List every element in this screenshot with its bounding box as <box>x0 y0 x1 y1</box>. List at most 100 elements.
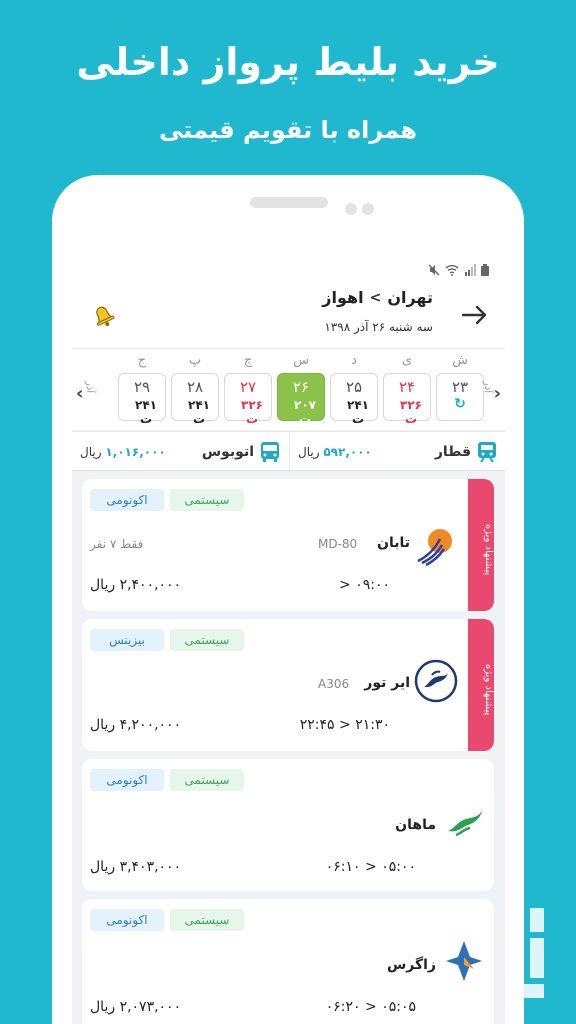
weekday-label: ش <box>452 353 468 368</box>
day-number: ۲۹ <box>133 378 151 396</box>
refresh-icon[interactable]: ↻ <box>437 396 483 412</box>
bell-icon[interactable] <box>88 300 118 330</box>
promo-title: خرید بلیط پرواز داخلی <box>76 40 500 84</box>
time-arrow: < <box>365 999 377 1015</box>
arrival-time: ۰۶:۱۰ <box>325 859 361 875</box>
time-arrow: < <box>339 577 351 593</box>
phone-speaker <box>250 197 328 208</box>
flight-card[interactable]: اکونومی سیستمی ماهان ۰۵:۰۰ < ۰۶:۱۰ ۳,۴۰۳… <box>82 759 494 891</box>
weekday-label: چ <box>243 353 253 368</box>
price-value: ۲,۰۷۳,۰۰۰ <box>119 999 182 1015</box>
promo-subtitle: همراه با تقویم قیمتی <box>159 116 417 144</box>
status-bar <box>72 250 505 278</box>
mahan-logo-icon <box>448 811 482 837</box>
currency-label: ریال <box>80 445 102 459</box>
time-arrow: < <box>365 859 377 875</box>
day-price: ۳۲۶ ت <box>241 398 263 426</box>
calendar-day[interactable]: ۲۹ ۲۴۱ ت <box>118 373 166 426</box>
destination-city: اهواز <box>322 288 364 307</box>
currency-label: ریال <box>298 445 320 459</box>
train-icon <box>478 442 496 463</box>
arrival-time: ۲۲:۴۵ <box>299 717 335 733</box>
alternative-transport: قطار ۵۹۲,۰۰۰ ریال اتوبوس ۱,۰۱۶,۰۰۰ ریال <box>72 431 505 472</box>
class-badge: اکونومی <box>90 769 164 791</box>
currency-label: ریال <box>90 999 116 1015</box>
route-separator: > <box>369 289 382 306</box>
class-badge: اکونومی <box>90 489 164 511</box>
weekday-label: پ <box>188 353 202 368</box>
calendar-day-selected[interactable]: ۲۶ ۲۰۷ ت <box>277 373 325 426</box>
day-number: ۲۸ <box>186 378 204 396</box>
bus-icon <box>261 442 279 462</box>
class-badge: بیزینس <box>90 629 164 651</box>
time-arrow: < <box>339 717 351 733</box>
flight-times: ۰۵:۰۵ < ۰۶:۲۰ <box>326 999 416 1015</box>
currency-label: ریال <box>90 717 116 733</box>
aircraft-type: A306 <box>318 677 350 691</box>
airline-name: زاگرس <box>386 957 436 973</box>
day-price: ۲۴۱ ت <box>347 398 369 426</box>
day-price: ۲۴۱ ت <box>188 398 210 426</box>
day-number: ۲۷ <box>239 378 257 396</box>
flight-times: ۲۱:۳۰ < ۲۲:۴۵ <box>300 717 390 733</box>
airline-name: ماهان <box>395 817 436 833</box>
flight-card[interactable]: بیزینس سیستمی پیشنهاد ویژه ایر تور A306 … <box>82 619 494 751</box>
type-badge: سیستمی <box>170 489 244 511</box>
calendar-day[interactable]: ۲۸ ۲۴۱ ت <box>171 373 219 426</box>
airline-name: ایر تور <box>364 675 410 691</box>
phone-camera <box>345 203 357 215</box>
store-logo-icon <box>508 908 544 998</box>
seats-left: فقط ۷ نفر <box>90 537 144 551</box>
back-arrow-icon[interactable] <box>459 300 489 330</box>
price-value: ۴,۲۰۰,۰۰۰ <box>119 717 182 733</box>
type-badge: سیستمی <box>170 629 244 651</box>
bus-option[interactable]: اتوبوس ۱,۰۱۶,۰۰۰ ریال <box>72 432 288 472</box>
route-header: تهران > اهواز سه شنبه ۲۶ آذر ۱۳۹۸ <box>72 278 505 348</box>
flight-price: ۳,۴۰۳,۰۰۰ ریال <box>90 859 181 875</box>
bus-label: اتوبوس <box>201 444 254 460</box>
flight-card[interactable]: اکونومی سیستمی پیشنهاد ویژه تابان MD-80 … <box>82 479 494 611</box>
type-badge: سیستمی <box>170 769 244 791</box>
price-calendar: ش ی د س چ پ ج ۲۳ ↻ ۲۴ ۳۲۶ ت ۲۵ ۲۴۱ ت ۲۶ … <box>72 348 505 430</box>
flight-times: ۰۵:۰۰ < ۰۶:۱۰ <box>326 859 416 875</box>
flight-card[interactable]: اکونومی سیستمی زاگرس ۰۵:۰۵ < ۰۶:۲۰ ۲,۰۷۳… <box>82 899 494 1024</box>
flight-date: سه شنبه ۲۶ آذر ۱۳۹۸ <box>324 320 433 334</box>
aircraft-type: MD-80 <box>318 537 358 551</box>
day-number: ۲۴ <box>398 378 416 396</box>
day-number: ۲۵ <box>345 378 363 396</box>
month-next-label: آذر <box>84 381 95 394</box>
chevron-left-icon[interactable]: ‹ <box>76 383 83 404</box>
departure-time: ۲۱:۳۰ <box>355 717 390 733</box>
flight-times: ۰۹:۰۰ < <box>339 577 390 593</box>
flight-price: ۴,۲۰۰,۰۰۰ ریال <box>90 717 181 733</box>
calendar-day[interactable]: ۲۳ ↻ <box>436 373 484 421</box>
price-value: ۲,۴۰۰,۰۰۰ <box>119 577 182 593</box>
class-badge: اکونومی <box>90 909 164 931</box>
origin-city: تهران <box>387 288 433 307</box>
departure-time: ۰۵:۰۵ <box>381 999 416 1015</box>
chevron-right-icon[interactable]: › <box>494 383 501 404</box>
arrival-time: ۰۶:۲۰ <box>325 999 361 1015</box>
weekday-label: د <box>351 353 357 368</box>
currency-label: ریال <box>90 859 116 875</box>
flight-price: ۲,۰۷۳,۰۰۰ ریال <box>90 999 181 1015</box>
train-price: ۵۹۲,۰۰۰ <box>323 445 372 459</box>
special-offer-ribbon: پیشنهاد ویژه <box>468 479 494 611</box>
route-title: تهران > اهواز <box>322 288 433 307</box>
airtour-logo-icon <box>414 659 458 703</box>
departure-time: ۰۹:۰۰ <box>355 577 390 593</box>
weekday-label: ی <box>401 353 413 368</box>
day-price: ۲۴۱ ت <box>135 398 157 426</box>
calendar-day[interactable]: ۲۷ ۳۲۶ ت <box>224 373 272 426</box>
airline-name: تابان <box>377 535 410 551</box>
calendar-day[interactable]: ۲۵ ۲۴۱ ت <box>330 373 378 426</box>
special-offer-ribbon: پیشنهاد ویژه <box>468 619 494 751</box>
train-option[interactable]: قطار ۵۹۲,۰۰۰ ریال <box>289 432 505 472</box>
type-badge: سیستمی <box>170 909 244 931</box>
day-price: ۳۲۶ ت <box>400 398 422 426</box>
calendar-day[interactable]: ۲۴ ۳۲۶ ت <box>383 373 431 426</box>
battery-icon <box>481 264 489 276</box>
day-price: ۲۰۷ ت <box>294 398 316 426</box>
day-number: ۲۶ <box>292 378 310 396</box>
currency-label: ریال <box>90 577 116 593</box>
